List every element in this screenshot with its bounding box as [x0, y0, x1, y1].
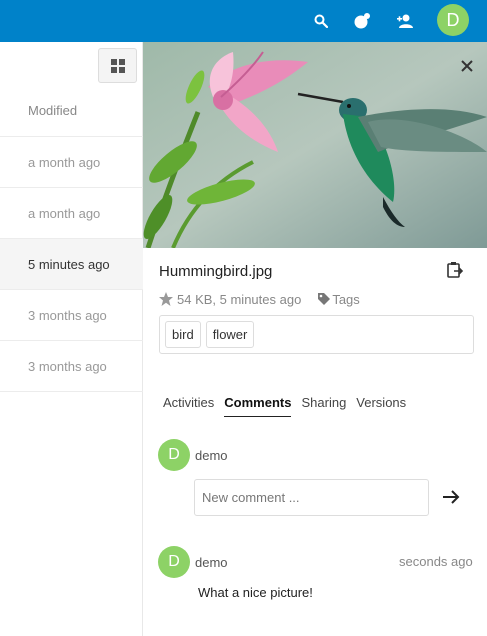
clipboard-icon[interactable] — [446, 261, 466, 281]
send-arrow-icon[interactable] — [441, 487, 463, 509]
file-row[interactable]: 3 months ago — [0, 290, 143, 341]
comment-author: demo — [195, 555, 228, 570]
activity-icon[interactable] — [350, 9, 374, 33]
contacts-icon[interactable] — [393, 9, 417, 33]
comment-avatar: D — [158, 546, 190, 578]
tag-chip[interactable]: bird — [165, 321, 201, 348]
comment-time: seconds ago — [399, 554, 473, 569]
search-icon[interactable] — [309, 9, 333, 33]
tag-chip[interactable]: flower — [205, 321, 255, 348]
tab-comments[interactable]: Comments — [224, 395, 292, 417]
file-name: Hummingbird.jpg — [159, 263, 273, 280]
tab-versions[interactable]: Versions — [356, 395, 406, 417]
file-meta: 54 KB, 5 minutes ago Tags — [158, 291, 360, 307]
current-user-name: demo — [195, 448, 228, 463]
column-header-modified[interactable]: Modified — [0, 85, 143, 137]
tab-sharing[interactable]: Sharing — [301, 395, 346, 417]
file-row[interactable]: a month ago — [0, 188, 143, 239]
comment-text: What a nice picture! — [198, 585, 313, 600]
tag-icon[interactable] — [317, 292, 331, 306]
details-tabs: Activities Comments Sharing Versions — [163, 395, 416, 417]
new-comment-input[interactable] — [194, 479, 429, 516]
avatar: D — [158, 439, 190, 471]
details-sidebar: Hummingbird.jpg 54 KB, 5 minutes ago Tag… — [143, 42, 487, 636]
star-icon[interactable] — [158, 291, 174, 307]
user-avatar[interactable]: D — [437, 4, 469, 36]
image-preview — [143, 42, 487, 248]
tags-input[interactable]: bird flower — [159, 315, 474, 354]
grid-view-button[interactable] — [98, 48, 137, 83]
grid-icon — [110, 58, 125, 73]
file-row-selected[interactable]: 5 minutes ago — [0, 239, 143, 290]
file-row[interactable]: 3 months ago — [0, 341, 143, 392]
close-icon[interactable] — [455, 54, 479, 78]
tags-toggle[interactable]: Tags — [332, 292, 359, 307]
tab-activities[interactable]: Activities — [163, 395, 214, 417]
top-bar: D — [0, 0, 487, 42]
file-size-and-date: 54 KB, 5 minutes ago — [177, 291, 302, 307]
file-list: Modified a month ago a month ago 5 minut… — [0, 42, 143, 636]
file-row[interactable]: a month ago — [0, 137, 143, 188]
